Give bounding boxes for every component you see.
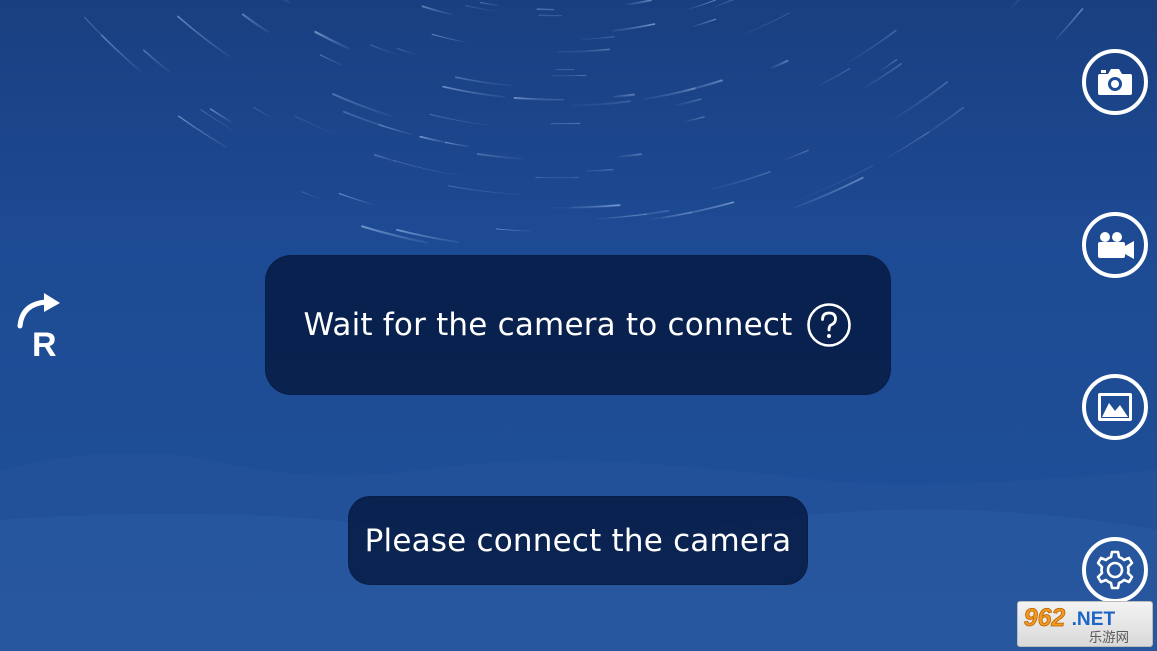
connect-camera-notice: Please connect the camera: [348, 496, 808, 585]
settings-button[interactable]: [1081, 536, 1149, 604]
svg-text:962: 962: [1024, 604, 1066, 632]
gear-icon: [1082, 537, 1148, 603]
gallery-icon: [1082, 374, 1148, 440]
watermark-962-net-logo: 962 .NET 乐游网: [1023, 604, 1129, 646]
svg-text:乐游网: 乐游网: [1089, 630, 1129, 646]
connection-status-text: Wait for the camera to connect: [303, 307, 793, 343]
video-camera-icon: [1082, 212, 1148, 278]
connection-status-box: Wait for the camera to connect: [265, 255, 891, 395]
camera-icon: [1082, 49, 1148, 115]
connect-camera-text: Please connect the camera: [364, 522, 792, 559]
record-video-button[interactable]: [1081, 211, 1149, 279]
take-photo-button[interactable]: [1081, 48, 1149, 116]
help-circle-icon[interactable]: [806, 302, 852, 348]
svg-text:.NET: .NET: [1072, 609, 1116, 630]
gallery-button[interactable]: [1081, 373, 1149, 441]
rotate-button[interactable]: R: [10, 290, 70, 364]
rotate-r-icon: R: [17, 293, 60, 364]
svg-text:R: R: [32, 326, 57, 360]
watermark-logo: 962 .NET 乐游网: [1017, 601, 1153, 647]
